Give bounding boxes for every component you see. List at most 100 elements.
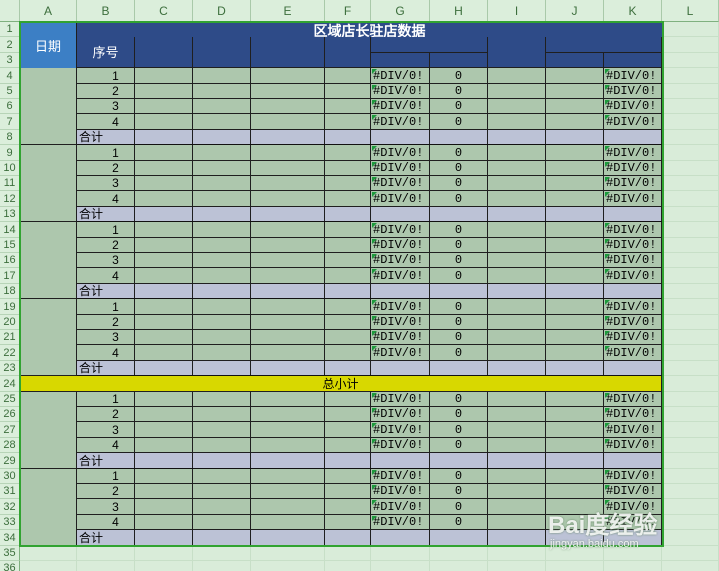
data-cell[interactable] <box>135 68 193 84</box>
div-error-cell[interactable]: #DIV/0! <box>371 330 430 345</box>
data-cell[interactable] <box>488 438 546 453</box>
subtotal-cell[interactable] <box>488 530 546 546</box>
data-cell[interactable] <box>488 315 546 330</box>
column-header[interactable]: I <box>488 0 546 22</box>
seq-number-cell[interactable]: 3 <box>77 499 135 515</box>
zero-cell[interactable]: 0 <box>430 422 488 438</box>
date-cell[interactable] <box>20 392 77 469</box>
subtotal-cell[interactable] <box>135 453 193 469</box>
subtotal-cell[interactable] <box>604 361 662 376</box>
data-cell[interactable] <box>325 253 371 268</box>
subtotal-label-cell[interactable]: 合计 <box>77 130 135 145</box>
empty-cell[interactable] <box>662 114 719 130</box>
div-error-cell[interactable]: #DIV/0! <box>604 161 662 176</box>
data-cell[interactable] <box>135 392 193 407</box>
data-cell[interactable] <box>193 238 251 253</box>
column-header[interactable]: F <box>325 0 371 22</box>
data-cell[interactable] <box>193 345 251 361</box>
subtotal-cell[interactable] <box>371 284 430 299</box>
seq-number-cell[interactable]: 4 <box>77 114 135 130</box>
subtotal-cell[interactable] <box>430 530 488 546</box>
empty-cell[interactable] <box>662 238 719 253</box>
empty-cell[interactable] <box>325 561 371 571</box>
subtotal-label-cell[interactable]: 合计 <box>77 207 135 222</box>
data-cell[interactable] <box>193 68 251 84</box>
data-cell[interactable] <box>251 515 325 530</box>
data-cell[interactable] <box>325 176 371 191</box>
empty-cell[interactable] <box>371 561 430 571</box>
seq-number-cell[interactable]: 2 <box>77 161 135 176</box>
data-cell[interactable] <box>546 68 604 84</box>
div-error-cell[interactable]: #DIV/0! <box>604 315 662 330</box>
data-cell[interactable] <box>251 222 325 238</box>
empty-cell[interactable] <box>371 546 430 561</box>
subtotal-cell[interactable] <box>325 130 371 145</box>
data-cell[interactable] <box>325 222 371 238</box>
empty-cell[interactable] <box>662 376 719 392</box>
empty-cell[interactable] <box>662 37 719 53</box>
data-cell[interactable] <box>546 114 604 130</box>
data-cell[interactable] <box>135 253 193 268</box>
row-header[interactable]: 20 <box>0 315 20 330</box>
empty-cell[interactable] <box>662 22 719 37</box>
data-cell[interactable] <box>193 222 251 238</box>
div-error-cell[interactable]: #DIV/0! <box>604 222 662 238</box>
zero-cell[interactable]: 0 <box>430 299 488 315</box>
empty-cell[interactable] <box>546 561 604 571</box>
data-cell[interactable] <box>251 345 325 361</box>
zero-cell[interactable]: 0 <box>430 222 488 238</box>
header-cell-merged[interactable] <box>546 37 662 53</box>
data-cell[interactable] <box>325 68 371 84</box>
data-cell[interactable] <box>325 407 371 422</box>
row-header[interactable]: 19 <box>0 299 20 315</box>
data-cell[interactable] <box>325 299 371 315</box>
data-cell[interactable] <box>251 145 325 161</box>
date-cell[interactable] <box>20 469 77 546</box>
subtotal-cell[interactable] <box>135 130 193 145</box>
data-cell[interactable] <box>488 238 546 253</box>
data-cell[interactable] <box>251 84 325 99</box>
data-cell[interactable] <box>135 84 193 99</box>
data-cell[interactable] <box>325 99 371 114</box>
data-cell[interactable] <box>135 145 193 161</box>
data-cell[interactable] <box>488 191 546 207</box>
empty-cell[interactable] <box>662 392 719 407</box>
div-error-cell[interactable]: #DIV/0! <box>604 176 662 191</box>
data-cell[interactable] <box>135 222 193 238</box>
div-error-cell[interactable]: #DIV/0! <box>604 114 662 130</box>
zero-cell[interactable]: 0 <box>430 392 488 407</box>
data-cell[interactable] <box>325 392 371 407</box>
div-error-cell[interactable]: #DIV/0! <box>371 422 430 438</box>
div-error-cell[interactable]: #DIV/0! <box>604 345 662 361</box>
data-cell[interactable] <box>488 68 546 84</box>
subtotal-cell[interactable] <box>325 207 371 222</box>
empty-cell[interactable] <box>193 561 251 571</box>
row-header[interactable]: 31 <box>0 484 20 499</box>
empty-cell[interactable] <box>430 546 488 561</box>
zero-cell[interactable]: 0 <box>430 114 488 130</box>
row-header[interactable]: 8 <box>0 130 20 145</box>
row-header[interactable]: 15 <box>0 238 20 253</box>
data-cell[interactable] <box>488 469 546 484</box>
seq-number-cell[interactable]: 2 <box>77 315 135 330</box>
empty-cell[interactable] <box>77 561 135 571</box>
subtotal-cell[interactable] <box>325 284 371 299</box>
seq-number-cell[interactable]: 2 <box>77 238 135 253</box>
data-cell[interactable] <box>325 315 371 330</box>
data-cell[interactable] <box>193 469 251 484</box>
div-error-cell[interactable]: #DIV/0! <box>604 422 662 438</box>
subtotal-cell[interactable] <box>193 453 251 469</box>
grand-subtotal-row[interactable]: 总小计 <box>20 376 662 392</box>
row-header[interactable]: 34 <box>0 530 20 546</box>
data-cell[interactable] <box>325 268 371 284</box>
subtotal-cell[interactable] <box>430 284 488 299</box>
div-error-cell[interactable]: #DIV/0! <box>371 222 430 238</box>
zero-cell[interactable]: 0 <box>430 253 488 268</box>
subtotal-cell[interactable] <box>251 361 325 376</box>
div-error-cell[interactable]: #DIV/0! <box>371 392 430 407</box>
empty-cell[interactable] <box>430 561 488 571</box>
data-cell[interactable] <box>546 315 604 330</box>
seq-number-cell[interactable]: 1 <box>77 469 135 484</box>
data-cell[interactable] <box>193 191 251 207</box>
data-cell[interactable] <box>546 438 604 453</box>
